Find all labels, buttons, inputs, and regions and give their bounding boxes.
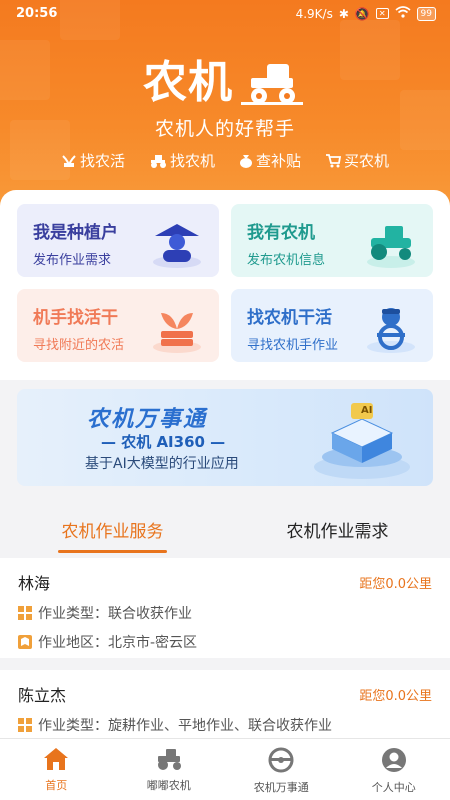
tractor-icon: [367, 226, 415, 268]
bottom-tab-bar: 首页 嘟嘟农机 农机万事通 个人中心: [0, 738, 450, 800]
tab-service[interactable]: 农机作业服务: [0, 505, 225, 553]
quicknav-find-work[interactable]: 找农活: [61, 150, 125, 171]
work-type: 作业类型：联合收获作业: [38, 606, 192, 622]
quicknav-label: 找农活: [79, 152, 125, 170]
money-bag-icon: [240, 154, 252, 168]
tab-demand[interactable]: 农机作业需求: [225, 505, 450, 553]
tabbar-profile[interactable]: 个人中心: [338, 739, 450, 800]
brand: 农机 农机人的好帮手: [0, 56, 450, 141]
work-area: 作业地区：北京市-密云区: [38, 635, 198, 651]
battery-icon: 99: [416, 6, 436, 21]
bluetooth-icon: ✱: [338, 6, 349, 21]
status-time: 20:56: [16, 6, 58, 21]
brand-title: 农机: [143, 57, 233, 108]
cart-icon: [326, 153, 342, 167]
banner-description: 基于AI大模型的行业应用: [85, 456, 239, 472]
grid-icon: [18, 606, 32, 620]
quicknav-subsidy[interactable]: 查补贴: [239, 150, 301, 171]
tractor-icon: [157, 749, 181, 770]
network-speed: 4.9K/s: [295, 6, 333, 21]
wifi-icon: [395, 6, 411, 21]
action-panel: 我是种植户 发布作业需求 我有农机 发布农机信息 机手找活干 寻找附近的农活 找…: [0, 190, 450, 380]
operator-name: 陈立杰: [18, 686, 67, 705]
quicknav-label: 买农机: [344, 152, 390, 170]
tabbar-label: 农机万事通: [253, 781, 309, 794]
quick-nav: 找农活 找农机 查补贴 买农机: [0, 150, 450, 171]
tile-grower[interactable]: 我是种植户 发布作业需求: [17, 204, 219, 277]
sim-icon: ✕: [375, 8, 389, 19]
service-tabs: 农机作业服务 农机作业需求: [0, 505, 450, 553]
brand-slogan: 农机人的好帮手: [154, 118, 295, 140]
tile-owner[interactable]: 我有农机 发布农机信息: [231, 204, 433, 277]
brand-logo: 农机: [143, 56, 307, 110]
tabbar-ai[interactable]: 农机万事通: [225, 739, 338, 800]
quicknav-buy-machine[interactable]: 买农机: [325, 150, 389, 171]
tabbar-label: 首页: [45, 779, 68, 792]
tile-find-machine[interactable]: 找农机干活 寻找农机手作业: [231, 289, 433, 362]
tractor-logo-icon: [241, 64, 303, 105]
tabbar-label: 嘟嘟农机: [146, 779, 191, 792]
grid-icon: [18, 718, 32, 732]
tabbar-machines[interactable]: 嘟嘟农机: [113, 739, 226, 800]
distance-label: 距您0.0公里: [359, 688, 432, 704]
ai-chip-label: AI: [361, 405, 373, 416]
distance-label: 距您0.0公里: [359, 576, 432, 592]
banner-title: 农机万事通: [87, 407, 208, 432]
farmer-icon: [153, 224, 201, 268]
tabbar-label: 个人中心: [371, 781, 416, 794]
tabbar-home[interactable]: 首页: [0, 739, 113, 800]
list-item[interactable]: 陈立杰 距您0.0公里 作业类型：旋耕作业、平地作业、联合收获作业: [0, 670, 450, 738]
steering-wheel-icon: [268, 747, 294, 773]
status-bar: 20:56 4.9K/s ✱ 🔕 ✕ 99: [0, 0, 450, 28]
quicknav-label: 找农机: [169, 152, 215, 170]
banner-subtitle: — 农机 AI360 —: [101, 433, 226, 451]
ai-banner[interactable]: 农机万事通 — 农机 AI360 — 基于AI大模型的行业应用 AI: [17, 389, 433, 486]
bell-off-icon: 🔕: [354, 6, 370, 21]
quicknav-label: 查补贴: [256, 152, 302, 170]
tile-operator[interactable]: 机手找活干 寻找附近的农活: [17, 289, 219, 362]
person-icon: [381, 748, 406, 772]
list-item[interactable]: 林海 距您0.0公里 作业类型：联合收获作业 作业地区：北京市-密云区: [0, 558, 450, 658]
crop-icon: [153, 313, 201, 353]
driver-icon: [367, 308, 415, 353]
crop-icon: [62, 154, 76, 167]
work-type: 作业类型：旋耕作业、平地作业、联合收获作业: [38, 718, 332, 734]
operator-name: 林海: [18, 574, 51, 593]
tractor-icon: [150, 154, 166, 168]
map-icon: [18, 635, 32, 649]
home-icon: [44, 748, 69, 770]
quicknav-find-machine[interactable]: 找农机: [149, 150, 215, 171]
